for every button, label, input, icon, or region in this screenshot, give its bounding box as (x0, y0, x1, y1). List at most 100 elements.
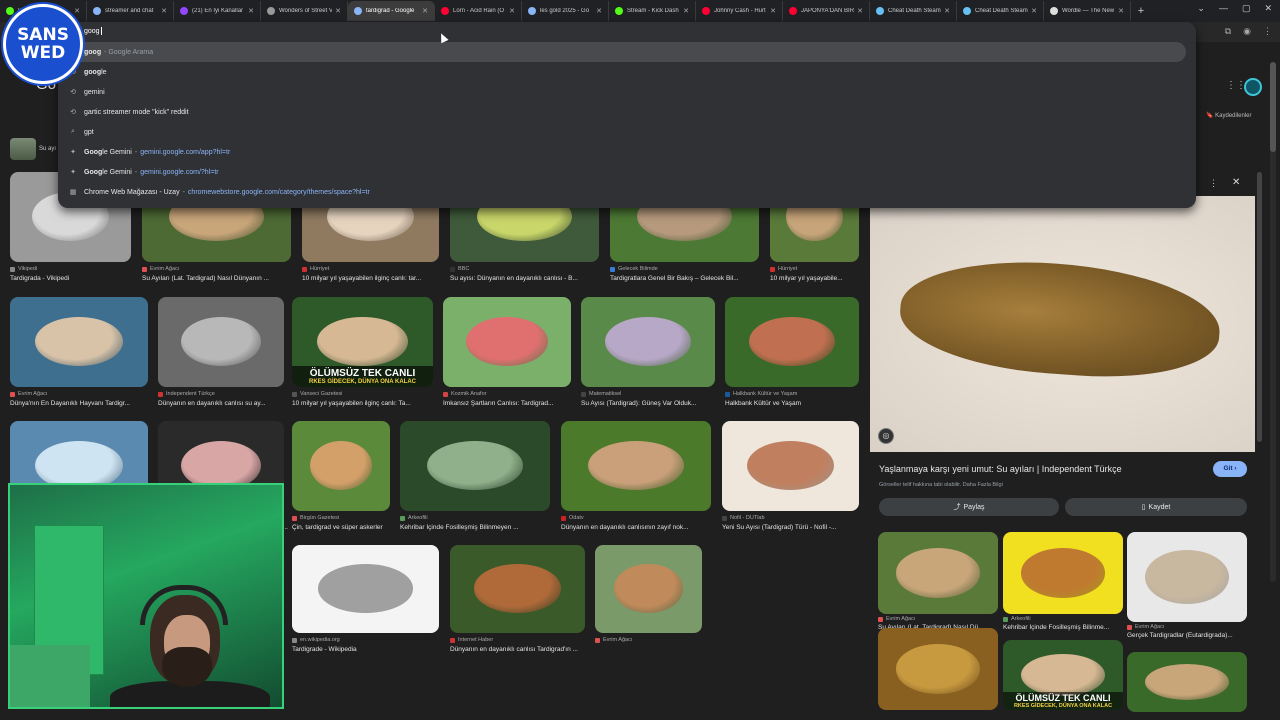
omnibox-suggestion[interactable]: ⟲ gemini (58, 82, 1196, 102)
minimize-icon[interactable]: — (1219, 3, 1228, 14)
image-source[interactable]: Arkeofili (400, 515, 550, 521)
image-title[interactable]: Çin, tardigrad ve süper askerler (292, 524, 400, 531)
image-title[interactable]: Su ayısı: Dünyanın en dayanıklı canlısı … (450, 275, 609, 282)
omnibox-suggestion[interactable]: ⟲ goog le (58, 62, 1196, 82)
image-source[interactable]: Evrim Ağacı (878, 616, 998, 622)
extension-icon[interactable]: ⧉ (1225, 26, 1231, 37)
related-thumbnail[interactable] (878, 628, 998, 710)
tab-close-icon[interactable]: ✕ (944, 7, 950, 15)
tab-8[interactable]: Johnny Cash - Hurt ✕ (696, 1, 783, 21)
tab-12[interactable]: Wordle — The New ✕ (1044, 1, 1131, 21)
image-thumbnail[interactable] (292, 545, 439, 633)
omnibox-suggestion[interactable]: ⟲ gartic streamer mode "kick" reddit (58, 102, 1196, 122)
tab-9[interactable]: JAPONYA'DAN BİR ✕ (783, 1, 870, 21)
image-source[interactable]: Birgün Gazetesi (292, 515, 390, 521)
tab-close-icon[interactable]: ✕ (422, 7, 428, 15)
panel-scrollbar[interactable] (1257, 172, 1262, 442)
image-thumbnail[interactable] (561, 421, 711, 511)
image-source[interactable]: Evrim Ağacı (595, 637, 702, 643)
omnibox-suggestion[interactable]: ⌕ gpt (58, 122, 1196, 142)
omnibox-suggestion[interactable]: ▦ Chrome Web Mağazası - Uzay - chromewebsto… (58, 182, 1196, 202)
tab-4[interactable]: tardigrad - Google ✕ (348, 1, 435, 21)
image-source[interactable]: Vikipedi (10, 266, 131, 272)
omnibox-suggestion[interactable]: ✦ Goog le Gemini - gemini.google.com/app?hl=… (58, 142, 1196, 162)
related-thumbnail[interactable] (1003, 532, 1123, 614)
image-source[interactable]: Evrim Ağacı (1127, 624, 1247, 630)
image-source[interactable]: Arkeofili (1003, 616, 1123, 622)
image-source[interactable]: Independent Türkçe (158, 391, 284, 397)
image-source[interactable]: Halkbank Kültür ve Yaşam (725, 391, 859, 397)
tab-close-icon[interactable]: ✕ (248, 7, 254, 15)
image-thumbnail[interactable] (725, 297, 859, 387)
image-title[interactable]: Yeni Su Ayısı (Tardigrad) Türü - Nofil -… (722, 524, 869, 531)
image-title[interactable]: Su Ayıları (Lat. Tardigrad) Nasıl Dünyan… (142, 275, 301, 282)
image-thumbnail[interactable] (400, 421, 550, 511)
close-icon[interactable]: ✕ (1232, 177, 1240, 188)
image-source[interactable]: Evrim Ağacı (10, 391, 148, 397)
tab-close-icon[interactable]: ✕ (335, 7, 341, 15)
account-avatar[interactable] (1244, 78, 1262, 96)
maximize-icon[interactable]: ▢ (1242, 3, 1251, 14)
related-thumbnail[interactable]: ÖLÜMSÜZ TEK CANLI RKES GİDECEK, DÜNYA ONA… (1003, 640, 1123, 710)
image-thumbnail[interactable] (581, 297, 715, 387)
tab-3[interactable]: Wonders of Street V ✕ (261, 1, 348, 21)
tab-close-icon[interactable]: ✕ (74, 7, 80, 15)
image-source[interactable]: Odatv (561, 515, 711, 521)
image-title[interactable]: Gerçek Tardigradlar (Eutardigrada)... (1127, 632, 1247, 639)
related-thumbnail[interactable] (878, 532, 998, 614)
profile-icon[interactable]: ◉ (1243, 26, 1251, 37)
tab-2[interactable]: (21) En İyi Kanallar ✕ (174, 1, 261, 21)
image-thumbnail[interactable] (450, 545, 585, 633)
image-title[interactable]: 10 milyar yıl yaşayabilen ilginç canlı: … (292, 400, 443, 407)
image-thumbnail[interactable] (158, 297, 284, 387)
image-source[interactable]: Internet Haber (450, 637, 585, 643)
image-title[interactable]: Dünyanın en dayanıklı canlısının zayıf n… (561, 524, 721, 531)
image-title[interactable]: 10 milyar yıl yaşayabile... (770, 275, 869, 282)
image-thumbnail[interactable] (292, 421, 390, 511)
image-source[interactable]: Hürriyet (770, 266, 859, 272)
image-title[interactable]: Su Ayısı (Tardigrad): Güneş Var Olduk... (581, 400, 725, 407)
image-thumbnail[interactable] (443, 297, 571, 387)
tab-close-icon[interactable]: ✕ (161, 7, 167, 15)
filter-chip-thumb[interactable] (10, 138, 36, 160)
image-source[interactable]: Matematiksel (581, 391, 715, 397)
image-thumbnail[interactable] (722, 421, 859, 511)
image-source[interactable]: en.wikipedia.org (292, 637, 439, 643)
related-thumbnail[interactable] (1127, 652, 1247, 712)
image-title[interactable]: Kehribar İçinde Fosilleşmiş Bilinme... (1003, 624, 1123, 631)
image-thumbnail[interactable] (10, 297, 148, 387)
image-source[interactable]: BBC (450, 266, 599, 272)
save-button[interactable]: ▯ Kaydet (1065, 498, 1247, 516)
image-title[interactable]: Dünyanın en dayanıklı canlısı su ay... (158, 400, 294, 407)
new-tab-button[interactable]: + (1131, 5, 1151, 17)
image-title[interactable]: Kehribar İçinde Fosilleşmiş Bilinmeyen .… (400, 524, 560, 531)
image-source[interactable]: Evrim Ağacı (142, 266, 291, 272)
tab-close-icon[interactable]: ✕ (683, 7, 689, 15)
image-thumbnail[interactable]: ÖLÜMSÜZ TEK CANLI RKES GİDECEK, DÜNYA ONA… (292, 297, 433, 387)
tab-5[interactable]: Lorn - Acid Rain (O ✕ (435, 1, 522, 21)
page-scrollbar[interactable] (1270, 62, 1276, 582)
tab-close-icon[interactable]: ✕ (1118, 7, 1124, 15)
address-input[interactable]: goog (84, 27, 102, 35)
image-title[interactable]: İmkansız Şartların Canlısı: Tardigrad... (443, 400, 581, 407)
saved-link[interactable]: 🔖 Kaydedilenler (1206, 112, 1252, 119)
image-thumbnail[interactable] (595, 545, 702, 633)
tab-close-icon[interactable]: ✕ (1031, 7, 1037, 15)
omnibox-suggestion[interactable]: ✦ Goog le Gemini - gemini.google.com/?hl=tr (58, 162, 1196, 182)
image-title[interactable]: Tardigratlara Genel Bir Bakış – Gelecek … (610, 275, 769, 282)
image-title[interactable]: Dünya'nın En Dayanıklı Hayvanı Tardigr..… (10, 400, 158, 407)
related-thumbnail[interactable] (1127, 532, 1247, 622)
tab-close-icon[interactable]: ✕ (770, 7, 776, 15)
image-title[interactable]: Tardigrade - Wikipedia (292, 646, 449, 653)
tab-close-icon[interactable]: ✕ (509, 7, 515, 15)
tab-10[interactable]: Cheat Death Steam ✕ (870, 1, 957, 21)
image-source[interactable]: Gelecek Bilimde (610, 266, 759, 272)
share-button[interactable]: ⤴ Paylaş (879, 498, 1059, 516)
omnibox-suggestion[interactable]: ⌕goog- Google Arama (58, 42, 1186, 62)
scrollbar-thumb[interactable] (1270, 62, 1276, 152)
image-source[interactable]: Vanseci Gazetesi (292, 391, 433, 397)
preview-image[interactable] (870, 196, 1255, 452)
menu-icon[interactable]: ⋮ (1263, 26, 1272, 37)
tab-6[interactable]: les gold 2025 - Go ✕ (522, 1, 609, 21)
tab-1[interactable]: streamer and chat ✕ (87, 1, 174, 21)
